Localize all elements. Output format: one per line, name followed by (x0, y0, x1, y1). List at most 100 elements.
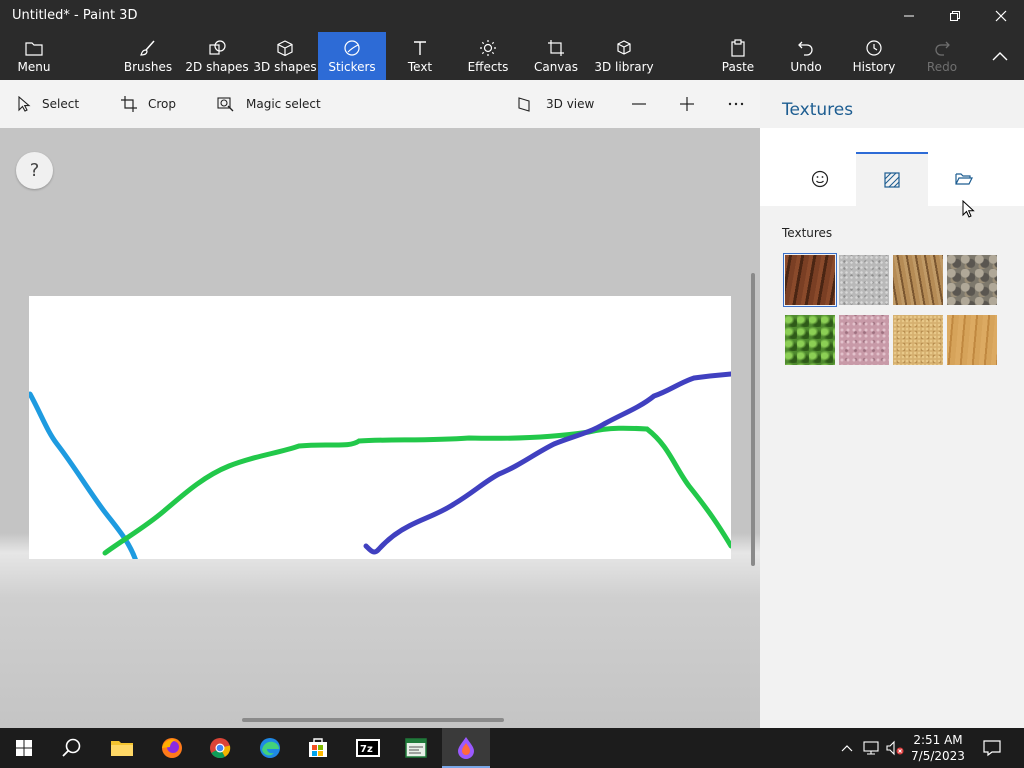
paint3d-icon (458, 737, 474, 759)
volume-button[interactable] (884, 728, 906, 768)
history-button[interactable]: History (848, 32, 900, 80)
select-tool[interactable]: Select (16, 92, 79, 116)
3d-view-icon (518, 97, 530, 112)
taskbar-paint3d[interactable] (442, 728, 490, 768)
vertical-scrollbar[interactable] (751, 273, 755, 566)
undo-icon (798, 41, 813, 56)
brushes-button[interactable]: Brushes (120, 32, 176, 80)
cube-icon (277, 40, 293, 57)
texture-pink-marble[interactable] (839, 315, 889, 365)
open-folder-icon (955, 173, 973, 185)
chevron-up-icon (992, 52, 1008, 61)
taskbar-firefox[interactable] (148, 728, 196, 768)
window-title: Untitled* - Paint 3D (12, 8, 138, 23)
more-options-button[interactable] (726, 92, 756, 116)
network-icon (863, 741, 879, 755)
restore-icon (950, 11, 960, 21)
texture-bark[interactable] (783, 253, 837, 307)
zoom-in-button[interactable] (678, 92, 706, 116)
texture-granite[interactable] (839, 255, 889, 305)
texture-sand[interactable] (893, 315, 943, 365)
redo-button[interactable]: Redo (918, 32, 966, 80)
sticker-face-icon (811, 170, 829, 188)
magic-select-tool[interactable]: Magic select (216, 92, 321, 116)
3d-view-toggle[interactable]: 3D view (516, 92, 594, 116)
zoom-out-button[interactable] (630, 92, 658, 116)
panel-header: Textures (760, 80, 1024, 128)
start-button[interactable] (0, 728, 48, 768)
restore-button[interactable] (932, 0, 978, 32)
brush-icon (140, 40, 155, 56)
undo-button[interactable]: Undo (782, 32, 830, 80)
chevron-up-icon (841, 745, 853, 752)
search-icon (62, 738, 81, 757)
notifications-button[interactable] (968, 728, 1016, 768)
volume-muted-icon (886, 740, 904, 756)
canvas-button[interactable]: Canvas (532, 32, 580, 80)
help-button[interactable]: ? (16, 152, 53, 189)
text-icon (414, 41, 426, 55)
tab-stickers[interactable] (784, 152, 856, 206)
minus-icon (632, 103, 646, 105)
minimize-button[interactable] (886, 0, 932, 32)
paste-button[interactable]: Paste (714, 32, 762, 80)
crop-tool[interactable]: Crop (120, 92, 176, 116)
texture-pebbles[interactable] (947, 255, 997, 305)
chrome-icon (210, 738, 231, 759)
minimize-icon (904, 15, 914, 17)
menu-button[interactable]: Menu (8, 32, 60, 80)
clipboard-icon (731, 39, 745, 57)
stickers-button[interactable]: Stickers (318, 32, 386, 80)
texture-leaves[interactable] (785, 315, 835, 365)
show-hidden-icons-button[interactable] (836, 728, 858, 768)
textures-panel: Textures Textures (760, 80, 1024, 728)
3d-library-icon (617, 40, 631, 55)
taskbar-app[interactable] (392, 728, 440, 768)
3d-shapes-button[interactable]: 3D shapes (253, 32, 317, 80)
tab-custom-stickers[interactable] (928, 152, 1000, 206)
canvas-strokes (29, 371, 731, 559)
sticker-tabs (760, 128, 1024, 206)
taskbar-clock[interactable]: 2:51 AM 7/5/2023 (905, 732, 971, 764)
2d-shapes-button[interactable]: 2D shapes (185, 32, 249, 80)
texture-hair[interactable] (893, 255, 943, 305)
notification-icon (983, 740, 1001, 757)
2d-shapes-icon (209, 40, 226, 55)
folder-icon (25, 42, 43, 56)
svg-text:7z: 7z (360, 744, 373, 755)
edge-icon (260, 738, 280, 758)
taskbar-chrome[interactable] (196, 728, 244, 768)
mouse-cursor-icon (962, 200, 975, 218)
history-icon (866, 40, 882, 56)
sun-icon (480, 40, 496, 56)
tab-textures[interactable] (856, 152, 928, 206)
ribbon: Menu Brushes 2D shapes 3D shapes Sticker… (0, 32, 1024, 80)
3d-library-button[interactable]: 3D library (594, 32, 654, 80)
network-button[interactable] (860, 728, 882, 768)
taskbar-store[interactable] (294, 728, 342, 768)
taskbar-file-explorer[interactable] (98, 728, 146, 768)
effects-button[interactable]: Effects (464, 32, 512, 80)
canvas-icon (548, 40, 564, 56)
taskbar-edge[interactable] (246, 728, 294, 768)
panel-title: Textures (782, 100, 854, 120)
collapse-ribbon-button[interactable] (980, 32, 1020, 80)
texture-wood[interactable] (947, 315, 997, 365)
green-stroke (102, 425, 731, 556)
window-app-icon (405, 738, 427, 758)
close-button[interactable] (978, 0, 1024, 32)
taskbar: 7z 2:51 AM 7/5/2023 (0, 728, 1024, 768)
file-explorer-icon (111, 741, 133, 756)
cursor-icon (18, 96, 31, 112)
horizontal-scrollbar[interactable] (242, 718, 504, 722)
redo-icon (935, 41, 950, 56)
textures-section-label: Textures (782, 226, 833, 240)
ellipsis-icon (728, 102, 744, 106)
drawing-canvas[interactable] (29, 296, 731, 559)
search-button[interactable] (48, 728, 96, 768)
cyan-stroke (29, 391, 138, 559)
clock-date: 7/5/2023 (911, 749, 965, 763)
plus-icon (680, 97, 694, 111)
text-button[interactable]: Text (396, 32, 444, 80)
taskbar-7zip[interactable]: 7z (344, 728, 392, 768)
